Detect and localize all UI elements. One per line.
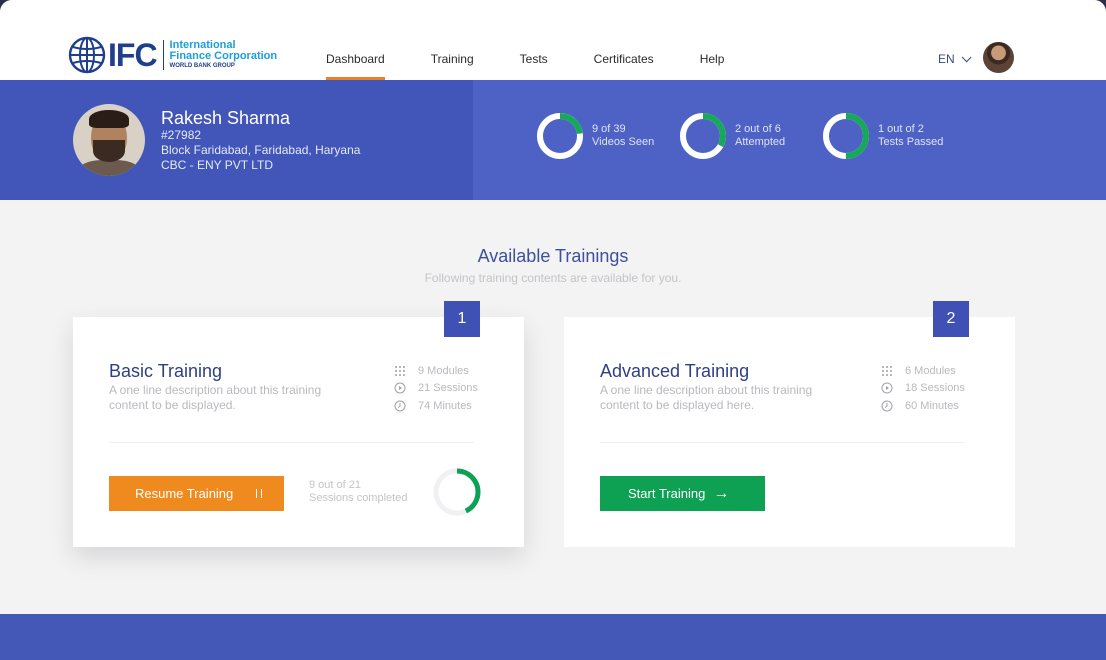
session-progress-ring (433, 468, 481, 516)
pause-icon (256, 489, 262, 498)
ifc-logo[interactable]: IFC International Finance Corporation WO… (68, 36, 277, 74)
profile-location: Block Faridabad, Faridabad, Haryana (161, 143, 361, 157)
start-training-button[interactable]: Start Training → (600, 476, 765, 511)
profile-org: CBC - ENY PVT LTD (161, 158, 274, 172)
profile-name: Rakesh Sharma (161, 108, 291, 128)
language-label: EN (938, 52, 955, 66)
play-icon (394, 382, 406, 394)
clock-icon (881, 400, 893, 412)
arrow-right-icon: → (713, 484, 730, 502)
nav-help[interactable]: Help (700, 52, 725, 80)
card-divider (600, 442, 965, 443)
card-meta: 6 Modules 18 Sessions 60 Minutes (881, 362, 965, 415)
card-title: Advanced Training (600, 361, 750, 381)
stat-videos-value: 9 of 39 (592, 123, 626, 135)
logo-wordmark: IFC (108, 37, 158, 73)
card-number-badge: 1 (444, 301, 480, 337)
grid-icon (394, 365, 406, 377)
card-number-badge: 2 (933, 301, 969, 337)
chevron-down-icon (961, 51, 972, 62)
app-frame: IFC International Finance Corporation WO… (0, 0, 1106, 660)
section-subtitle: Following training contents are availabl… (424, 271, 682, 285)
videos-progress-ring (537, 113, 583, 159)
card-divider (109, 442, 474, 443)
start-training-label: Start Training (628, 486, 706, 501)
main-nav: Dashboard Training Tests Certificates He… (326, 52, 770, 80)
session-progress-label: Sessions completed (309, 492, 408, 504)
globe-icon (68, 36, 106, 74)
stat-attempted-value: 2 out of 6 (735, 123, 781, 135)
nav-tests[interactable]: Tests (520, 52, 548, 80)
logo-line-3: WORLD BANK GROUP (169, 63, 235, 69)
training-card-basic: 1 Basic Training A one line description … (73, 301, 524, 547)
attempted-progress-ring (680, 113, 726, 159)
stat-tests: 1 out of 2 Tests Passed (822, 112, 943, 160)
card-minutes: 74 Minutes (418, 399, 472, 412)
stat-videos-label: Videos Seen (592, 136, 655, 148)
play-icon (881, 382, 893, 394)
card-description: A one line description about this traini… (600, 383, 813, 412)
logo-divider (162, 40, 164, 70)
card-sessions: 21 Sessions (418, 382, 478, 395)
stat-attempted: 2 out of 6 Attempted (679, 112, 785, 160)
user-avatar[interactable] (983, 42, 1014, 73)
nav-dashboard[interactable]: Dashboard (326, 52, 385, 80)
clock-icon (394, 400, 406, 412)
stat-attempted-label: Attempted (735, 136, 786, 148)
card-modules: 9 Modules (418, 364, 469, 377)
card-title: Basic Training (109, 361, 223, 381)
footer-band (0, 614, 1106, 660)
logo-text: International Finance Corporation WORLD … (170, 40, 278, 70)
session-progress-text: 9 out of 21 Sessions completed (309, 479, 407, 505)
nav-certificates[interactable]: Certificates (594, 52, 654, 80)
card-meta: 9 Modules 21 Sessions 74 Minutes (394, 362, 478, 415)
card-description: A one line description about this traini… (109, 383, 322, 412)
section-title: Available Trainings (477, 246, 629, 266)
tests-progress-ring (823, 113, 869, 159)
profile-id: #27982 (161, 128, 202, 142)
card-modules: 6 Modules (905, 364, 956, 377)
profile-photo (73, 104, 145, 176)
profile-info: Rakesh Sharma #27982 Block Faridabad, Fa… (161, 108, 360, 173)
session-progress-value: 9 out of 21 (309, 479, 361, 491)
logo-line-2: Finance Corporation (169, 50, 278, 62)
grid-icon (881, 365, 893, 377)
stat-tests-value: 1 out of 2 (878, 123, 924, 135)
training-card-advanced: 2 Advanced Training A one line descripti… (564, 301, 1015, 547)
language-selector[interactable]: EN (938, 51, 972, 66)
resume-training-button[interactable]: Resume Training (109, 476, 284, 511)
top-header: IFC International Finance Corporation WO… (0, 0, 1106, 80)
card-minutes: 60 Minutes (905, 399, 959, 412)
stat-videos: 9 of 39 Videos Seen (536, 112, 654, 160)
resume-training-label: Resume Training (135, 486, 234, 501)
card-sessions: 18 Sessions (905, 382, 965, 395)
stat-tests-label: Tests Passed (878, 136, 944, 148)
nav-training[interactable]: Training (431, 52, 474, 80)
